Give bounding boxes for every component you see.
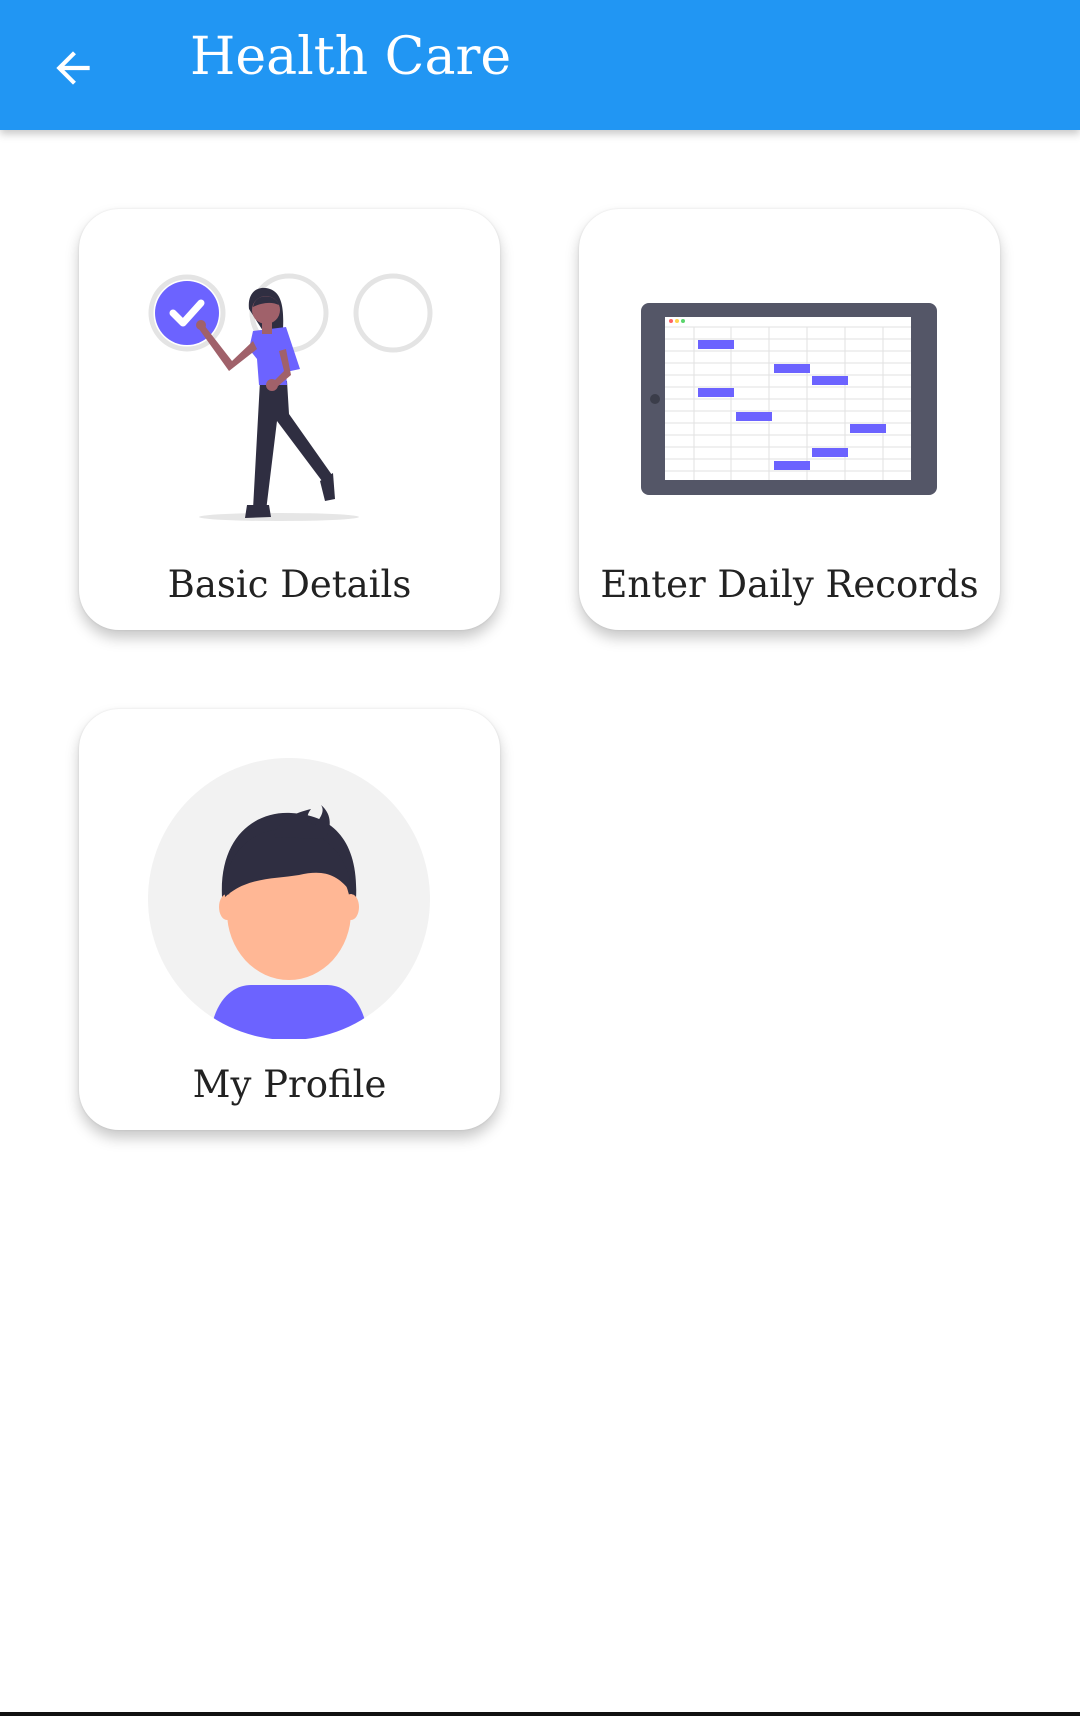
my-profile-label: My Profile	[192, 1063, 387, 1106]
main-content: Basic Details Enter Daily Records My Pro…	[0, 130, 1080, 1712]
back-button[interactable]	[30, 25, 116, 111]
page-title: Health Care	[190, 27, 512, 87]
app-bar: Health Care	[0, 0, 1080, 130]
basic-details-card[interactable]: Basic Details	[79, 209, 500, 630]
my-profile-card[interactable]: My Profile	[79, 709, 500, 1130]
basic-details-label: Basic Details	[167, 563, 412, 606]
tablet-schedule-illustration	[641, 303, 937, 495]
enter-daily-records-card[interactable]: Enter Daily Records	[579, 209, 1000, 630]
bottom-divider	[0, 1712, 1080, 1716]
profile-avatar-illustration	[148, 758, 430, 1039]
enter-daily-records-label: Enter Daily Records	[600, 563, 979, 606]
arrow-left-icon	[56, 51, 90, 85]
woman-checklist-illustration	[148, 273, 433, 521]
